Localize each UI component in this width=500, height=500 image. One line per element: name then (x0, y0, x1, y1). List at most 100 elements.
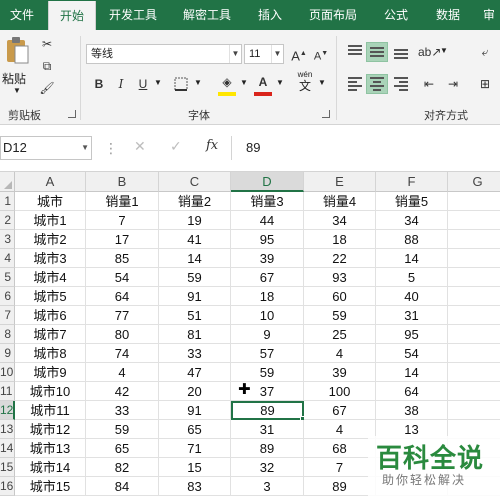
table-cell[interactable]: 城市15 (15, 477, 86, 496)
table-cell[interactable]: 3 (231, 477, 304, 496)
table-cell[interactable]: 14 (376, 249, 448, 268)
phonetic-guide-button[interactable]: wén 文 (294, 70, 316, 98)
column-header-b[interactable]: B (86, 172, 159, 192)
table-cell[interactable]: 81 (159, 325, 231, 344)
insert-function-icon[interactable]: fx (206, 138, 218, 153)
table-cell[interactable]: 9 (231, 325, 304, 344)
table-cell[interactable]: 100 (304, 382, 376, 401)
chevron-down-icon[interactable]: ▼ (440, 46, 448, 55)
table-cell[interactable]: 80 (86, 325, 159, 344)
table-cell[interactable]: 57 (231, 344, 304, 363)
row-header[interactable]: 14 (0, 439, 15, 458)
table-cell[interactable] (448, 363, 500, 382)
row-header[interactable]: 11 (0, 382, 15, 401)
table-cell[interactable]: 20 (159, 382, 231, 401)
column-header-a[interactable]: A (15, 172, 86, 192)
table-cell[interactable]: 54 (376, 344, 448, 363)
table-cell[interactable] (448, 401, 500, 420)
table-cell[interactable]: 城市8 (15, 344, 86, 363)
table-cell[interactable]: 59 (304, 306, 376, 325)
table-cell[interactable]: 25 (304, 325, 376, 344)
table-cell[interactable]: 4 (86, 363, 159, 382)
table-cell[interactable] (448, 268, 500, 287)
table-cell[interactable]: 18 (231, 287, 304, 306)
column-header-f[interactable]: F (376, 172, 448, 192)
table-cell[interactable]: 91 (159, 401, 231, 420)
table-cell[interactable]: 54 (86, 268, 159, 287)
wrap-text-icon[interactable]: ⤶ (474, 42, 496, 62)
table-cell[interactable] (448, 382, 500, 401)
enter-icon[interactable]: ✓ (170, 138, 182, 155)
chevron-down-icon[interactable]: ▼ (154, 78, 162, 87)
table-cell[interactable]: 40 (376, 287, 448, 306)
cancel-icon[interactable]: ✕ (134, 138, 146, 155)
table-cell[interactable]: 59 (159, 268, 231, 287)
table-cell[interactable]: 34 (304, 211, 376, 230)
table-cell[interactable]: 84 (86, 477, 159, 496)
table-cell[interactable]: 城市13 (15, 439, 86, 458)
table-cell[interactable]: 64 (86, 287, 159, 306)
table-cell[interactable]: 67 (304, 401, 376, 420)
table-cell[interactable]: 89 (304, 477, 376, 496)
increase-font-icon[interactable]: A▲ (288, 44, 310, 64)
row-header[interactable]: 15 (0, 458, 15, 477)
table-cell[interactable]: 城市10 (15, 382, 86, 401)
table-cell[interactable]: 城市5 (15, 287, 86, 306)
tab-decrypt-tools[interactable]: 解密工具 (174, 0, 240, 30)
table-cell[interactable]: 67 (231, 268, 304, 287)
table-cell[interactable]: 32 (231, 458, 304, 477)
chevron-down-icon[interactable]: ▼ (240, 78, 248, 87)
active-cell[interactable]: 89 (231, 401, 304, 420)
tab-developer[interactable]: 开发工具 (100, 0, 166, 30)
table-cell[interactable]: 城市7 (15, 325, 86, 344)
table-cell[interactable]: 城市11 (15, 401, 86, 420)
table-cell[interactable]: 51 (159, 306, 231, 325)
table-cell[interactable]: 38 (376, 401, 448, 420)
table-cell[interactable]: 31 (231, 420, 304, 439)
table-cell[interactable]: 城市2 (15, 230, 86, 249)
resize-handle-icon[interactable]: ⋮ (104, 140, 118, 157)
chevron-down-icon[interactable]: ▼ (276, 78, 284, 87)
table-cell[interactable]: 39 (304, 363, 376, 382)
chevron-down-icon[interactable]: ▼ (194, 78, 202, 87)
table-cell[interactable] (448, 306, 500, 325)
copy-icon[interactable]: ⧉ (36, 56, 58, 76)
align-center-icon[interactable] (366, 74, 388, 94)
table-cell[interactable]: 城市9 (15, 363, 86, 382)
table-cell[interactable]: 89 (231, 439, 304, 458)
table-cell[interactable] (448, 287, 500, 306)
table-cell[interactable]: 34 (376, 211, 448, 230)
column-header-d[interactable]: D (231, 172, 304, 192)
table-cell[interactable]: 19 (159, 211, 231, 230)
column-header-e[interactable]: E (304, 172, 376, 192)
header-cell[interactable]: 销量2 (159, 192, 231, 211)
table-cell[interactable]: 74 (86, 344, 159, 363)
paste-button[interactable]: 粘贴 ▼ (2, 36, 32, 98)
fill-color-icon[interactable]: ◈ (216, 72, 238, 92)
table-cell[interactable]: 城市12 (15, 420, 86, 439)
row-header[interactable]: 6 (0, 287, 15, 306)
table-cell[interactable]: 82 (86, 458, 159, 477)
table-cell[interactable]: 83 (159, 477, 231, 496)
table-cell[interactable]: 88 (376, 230, 448, 249)
table-cell[interactable]: 城市14 (15, 458, 86, 477)
header-cell[interactable]: 销量4 (304, 192, 376, 211)
tab-file[interactable]: 文件 (0, 0, 44, 30)
header-cell[interactable]: 城市 (15, 192, 86, 211)
table-cell[interactable]: 85 (86, 249, 159, 268)
row-header[interactable]: 7 (0, 306, 15, 325)
table-cell[interactable]: 17 (86, 230, 159, 249)
table-cell[interactable]: 城市4 (15, 268, 86, 287)
tab-data[interactable]: 数据 (426, 0, 470, 30)
align-left-icon[interactable] (344, 74, 366, 94)
font-name-select[interactable]: 等线 ▼ (86, 44, 242, 64)
row-header[interactable]: 2 (0, 211, 15, 230)
table-cell[interactable]: 91 (159, 287, 231, 306)
increase-indent-icon[interactable]: ⇥ (442, 74, 464, 94)
table-cell[interactable]: 33 (86, 401, 159, 420)
table-cell[interactable]: 95 (231, 230, 304, 249)
row-header[interactable]: 13 (0, 420, 15, 439)
tab-formulas[interactable]: 公式 (374, 0, 418, 30)
clipboard-launcher-icon[interactable] (68, 110, 76, 118)
table-cell[interactable]: 42 (86, 382, 159, 401)
